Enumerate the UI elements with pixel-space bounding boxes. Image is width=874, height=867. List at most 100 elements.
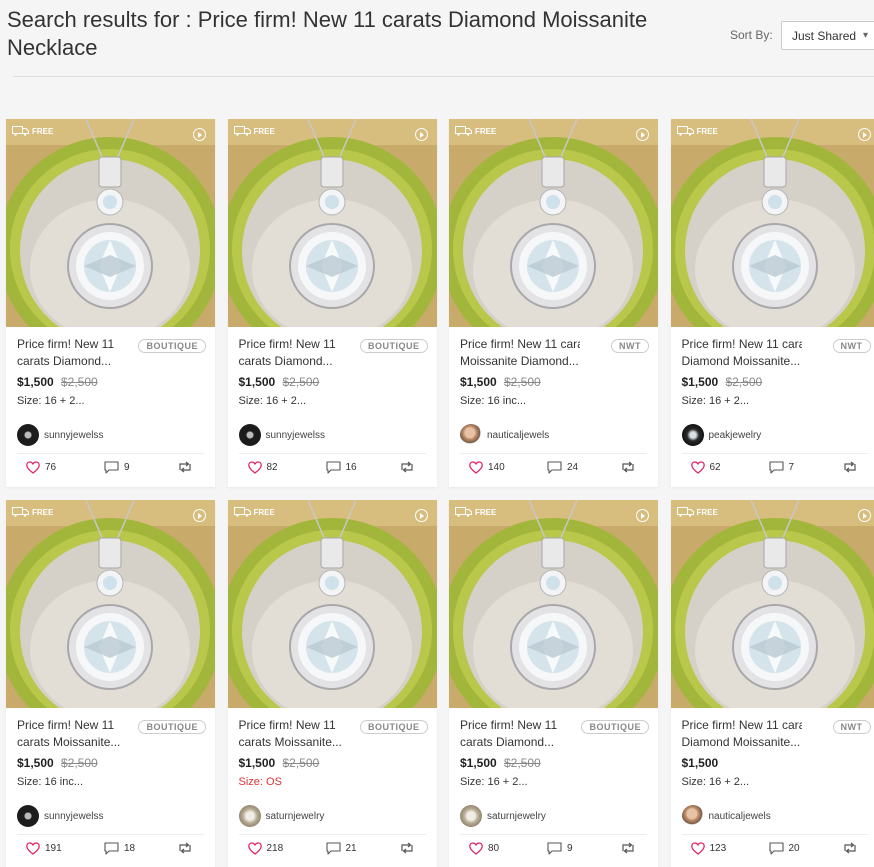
like-button[interactable]: 76 <box>26 461 56 474</box>
share-button[interactable] <box>620 842 636 854</box>
like-button[interactable]: 140 <box>469 461 505 474</box>
avatar[interactable] <box>238 424 261 446</box>
share-button[interactable] <box>177 461 193 473</box>
comment-button[interactable]: 18 <box>104 842 135 855</box>
listing-title[interactable]: Price firm! New 11 carats Diamond Moissa… <box>682 717 802 751</box>
card-divider <box>238 834 426 835</box>
listing-actions: 62 7 <box>671 457 874 481</box>
listing-card[interactable]: FREE Price firm! New 11 carats Moissanit… <box>227 500 437 867</box>
heart-icon <box>26 842 40 855</box>
truck-icon <box>233 126 251 136</box>
seller-username[interactable]: saturnjewelry <box>487 811 546 822</box>
like-button[interactable]: 62 <box>690 461 721 474</box>
seller-info[interactable]: peakjewelry <box>681 424 762 446</box>
play-icon[interactable] <box>414 128 428 141</box>
listing-card[interactable]: FREE Price firm! New 11 carats Diamond M… <box>670 119 874 487</box>
free-shipping-badge: FREE <box>676 507 718 517</box>
listing-image[interactable]: FREE <box>227 119 437 327</box>
share-button[interactable] <box>177 842 193 854</box>
listing-card[interactable]: FREE Price firm! New 11 carats Moissanit… <box>449 119 658 487</box>
comment-button[interactable]: 24 <box>547 461 578 474</box>
avatar[interactable] <box>17 805 39 827</box>
play-icon[interactable] <box>193 128 206 141</box>
listing-image[interactable]: FREE <box>670 119 874 327</box>
listing-title[interactable]: Price firm! New 11 carats Moissanite... <box>239 717 359 751</box>
share-button[interactable] <box>399 842 415 854</box>
play-icon[interactable] <box>636 509 649 522</box>
comment-button[interactable]: 9 <box>547 842 573 855</box>
comment-count: 21 <box>345 843 357 854</box>
necklace-photo <box>6 119 215 327</box>
play-icon[interactable] <box>414 509 428 522</box>
share-button[interactable] <box>620 461 636 473</box>
seller-username[interactable]: nauticaljewels <box>709 811 771 822</box>
seller-username[interactable]: sunnyjewelss <box>266 430 325 441</box>
listing-title[interactable]: Price firm! New 11 carats Diamond Moissa… <box>682 336 802 370</box>
listing-image[interactable]: FREE <box>6 119 215 327</box>
comment-button[interactable]: 20 <box>768 842 800 855</box>
share-button[interactable] <box>842 461 858 473</box>
comment-button[interactable]: 7 <box>768 461 794 474</box>
seller-info[interactable]: sunnyjewelss <box>17 805 103 827</box>
avatar[interactable] <box>460 805 482 827</box>
comment-count: 20 <box>788 843 800 854</box>
listing-card[interactable]: FREE Price firm! New 11 carats Diamond..… <box>449 500 658 867</box>
listing-card[interactable]: FREE Price firm! New 11 carats Moissanit… <box>6 500 215 867</box>
listing-card[interactable]: FREE Price firm! New 11 carats Diamond M… <box>670 500 874 867</box>
listing-title[interactable]: Price firm! New 11 carats Moissanite Dia… <box>460 336 580 370</box>
seller-info[interactable]: sunnyjewelss <box>17 424 103 446</box>
seller-info[interactable]: nauticaljewels <box>681 805 771 827</box>
like-button[interactable]: 123 <box>690 842 726 855</box>
listing-title[interactable]: Price firm! New 11 carats Diamond... <box>17 336 137 370</box>
seller-info[interactable]: saturnjewelry <box>238 805 325 827</box>
seller-username[interactable]: peakjewelry <box>709 430 762 441</box>
like-button[interactable]: 80 <box>469 842 499 855</box>
seller-username[interactable]: sunnyjewelss <box>44 430 103 441</box>
avatar[interactable] <box>17 424 39 446</box>
listing-title-line1: Price firm! New 11 <box>238 337 336 351</box>
seller-info[interactable]: nauticaljewels <box>460 424 549 446</box>
comment-button[interactable]: 9 <box>104 461 130 474</box>
listing-title[interactable]: Price firm! New 11 carats Diamond... <box>239 336 359 370</box>
avatar[interactable] <box>460 424 482 446</box>
like-button[interactable]: 191 <box>26 842 62 855</box>
listing-card[interactable]: FREE Price firm! New 11 carats Diamond..… <box>227 119 437 487</box>
listing-price: $1,500 <box>17 375 54 389</box>
seller-username[interactable]: nauticaljewels <box>487 430 549 441</box>
listing-image[interactable]: FREE <box>449 119 658 327</box>
like-count: 62 <box>709 462 721 473</box>
seller-username[interactable]: sunnyjewelss <box>44 811 103 822</box>
necklace-photo <box>6 500 215 708</box>
sort-dropdown[interactable]: Just Shared ▾ <box>781 21 874 50</box>
play-icon[interactable] <box>636 128 649 141</box>
comment-button[interactable]: 16 <box>325 461 357 474</box>
comment-button[interactable]: 21 <box>325 842 357 855</box>
heart-icon <box>247 461 262 474</box>
listing-card[interactable]: FREE Price firm! New 11 carats Diamond..… <box>6 119 215 487</box>
avatar[interactable] <box>681 805 704 827</box>
seller-info[interactable]: sunnyjewelss <box>238 424 325 446</box>
seller-info[interactable]: saturnjewelry <box>460 805 546 827</box>
share-icon <box>400 461 413 473</box>
play-icon[interactable] <box>857 509 871 522</box>
card-divider <box>681 453 869 454</box>
play-icon[interactable] <box>857 128 871 141</box>
listing-title[interactable]: Price firm! New 11 carats Diamond... <box>460 717 580 751</box>
like-button[interactable]: 218 <box>247 842 283 855</box>
listing-image[interactable]: FREE <box>227 500 437 708</box>
listing-actions: 80 9 <box>449 838 658 862</box>
listing-image[interactable]: FREE <box>449 500 658 708</box>
comment-count: 18 <box>124 843 136 854</box>
avatar[interactable] <box>238 805 261 827</box>
seller-username[interactable]: saturnjewelry <box>266 811 325 822</box>
listing-image[interactable]: FREE <box>670 500 874 708</box>
share-button[interactable] <box>399 461 415 473</box>
like-button[interactable]: 82 <box>247 461 278 474</box>
listing-actions: 76 9 <box>6 457 215 481</box>
listing-image[interactable]: FREE <box>6 500 215 708</box>
listing-title[interactable]: Price firm! New 11 carats Moissanite... <box>17 717 137 751</box>
avatar[interactable] <box>681 424 704 446</box>
heart-icon <box>690 461 705 474</box>
share-button[interactable] <box>842 842 858 854</box>
play-icon[interactable] <box>193 509 206 522</box>
